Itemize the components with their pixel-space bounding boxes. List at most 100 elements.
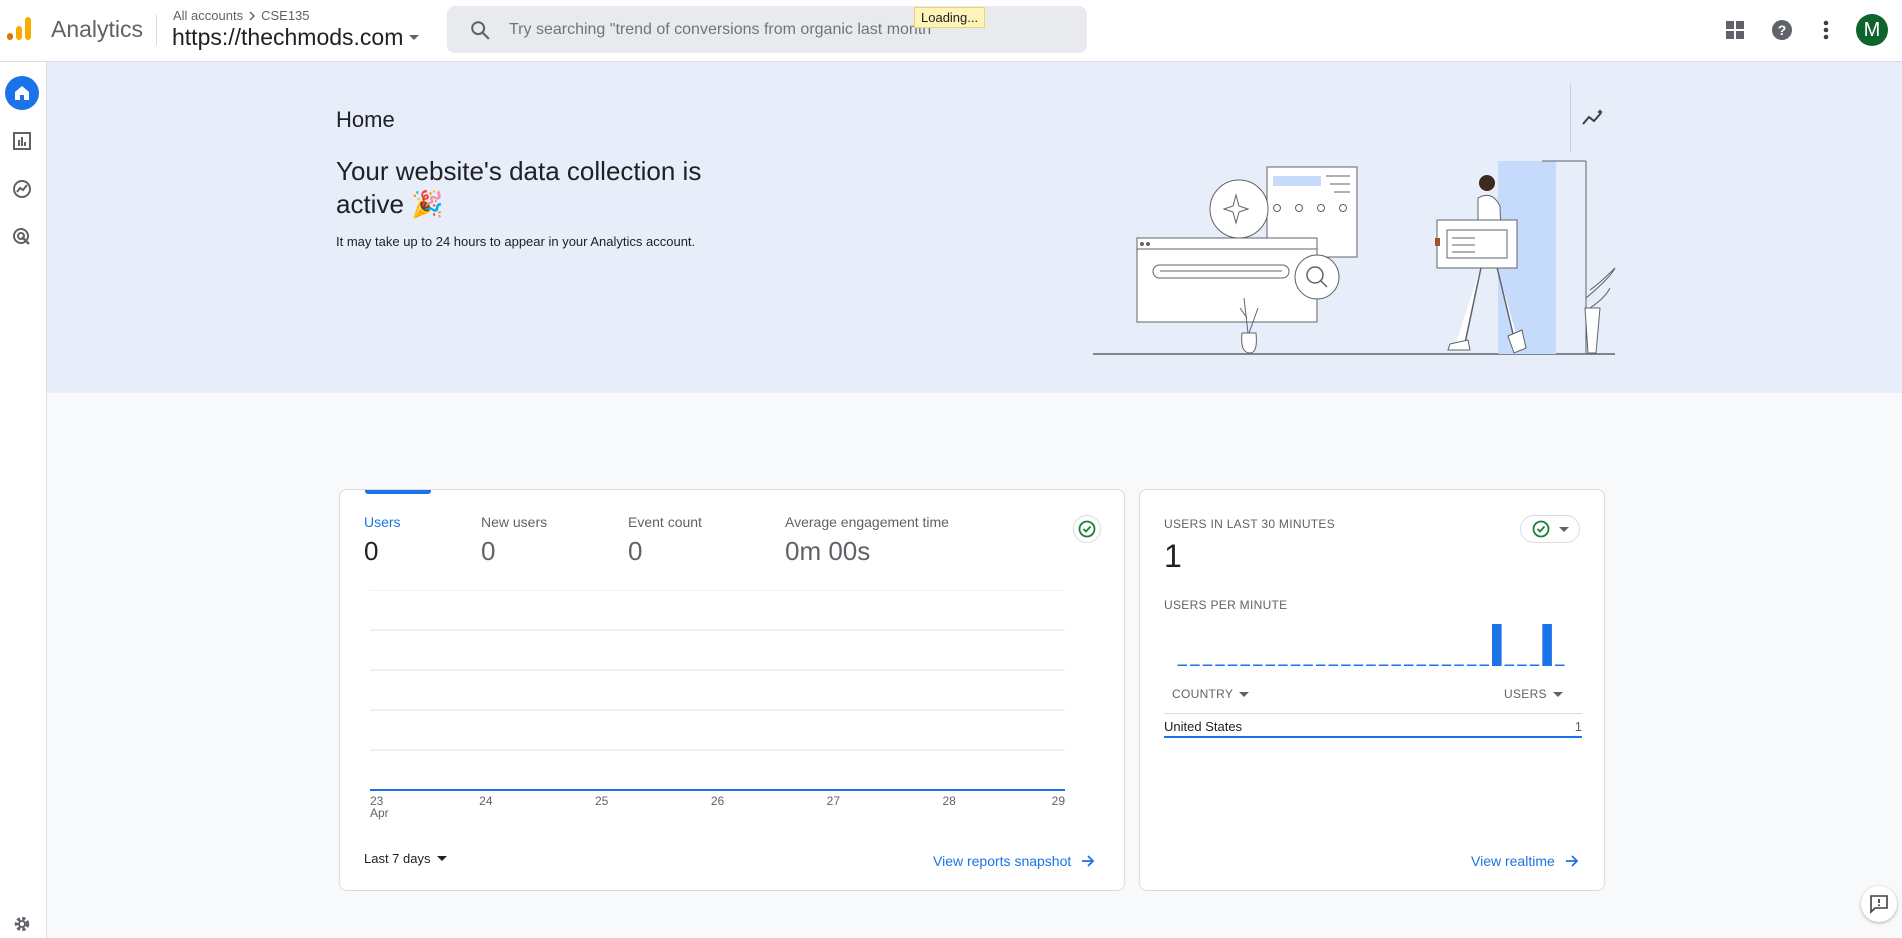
metric-label: Users xyxy=(364,514,401,530)
minute-bar xyxy=(1290,664,1301,666)
nav-explore[interactable] xyxy=(5,172,39,206)
metric-tab-avg-engagement[interactable]: Average engagement time 0m 00s xyxy=(785,514,949,567)
x-tick-label: 25 xyxy=(595,794,609,808)
metric-label: Average engagement time xyxy=(785,514,949,530)
minute-bar xyxy=(1542,624,1552,666)
feedback-button[interactable] xyxy=(1861,886,1897,922)
divider xyxy=(156,15,157,45)
check-circle-icon xyxy=(1532,520,1549,538)
users-cell: 1 xyxy=(1574,718,1582,734)
column-label: COUNTRY xyxy=(1172,687,1234,701)
breadcrumb[interactable]: All accounts CSE135 xyxy=(173,8,310,23)
minute-bar xyxy=(1403,664,1414,666)
page-title: Home xyxy=(336,107,395,132)
caret-down-icon xyxy=(436,856,447,861)
minute-bar xyxy=(1328,664,1339,666)
view-reports-snapshot-link[interactable]: View reports snapshot xyxy=(933,853,1095,869)
realtime-users-value: 1 xyxy=(1164,538,1182,574)
minute-bar xyxy=(1278,664,1288,666)
x-tick-label: 24 xyxy=(479,794,493,808)
minute-bar xyxy=(1240,664,1250,666)
search-icon xyxy=(471,21,490,40)
active-tab-indicator xyxy=(365,490,431,494)
breadcrumb-all-accounts[interactable]: All accounts xyxy=(173,8,243,23)
insights-button[interactable] xyxy=(1579,104,1607,132)
property-selector[interactable]: https://thechmods.com xyxy=(172,24,420,51)
svg-text:?: ? xyxy=(1778,22,1787,38)
analytics-logo-icon[interactable] xyxy=(6,16,32,42)
nav-home[interactable] xyxy=(5,76,39,110)
divider xyxy=(1164,713,1582,714)
hero-heading: Your website's data collection is active… xyxy=(336,156,702,219)
caret-down-icon xyxy=(1239,691,1250,697)
nav-advertising[interactable] xyxy=(5,220,39,254)
minute-bar xyxy=(1190,664,1200,666)
advertising-icon xyxy=(13,228,30,245)
users-column-header[interactable]: USERS xyxy=(1504,687,1563,701)
minute-bar xyxy=(1341,664,1351,666)
caret-down-icon xyxy=(1558,526,1569,532)
breadcrumb-account[interactable]: CSE135 xyxy=(261,8,309,23)
minute-bar xyxy=(1504,664,1515,666)
help-icon[interactable]: ? xyxy=(1768,16,1796,44)
minute-bar xyxy=(1353,664,1364,666)
data-quality-badge[interactable] xyxy=(1073,515,1101,543)
nav-admin[interactable] xyxy=(5,907,39,938)
minute-bar xyxy=(1441,664,1452,666)
app-name: Analytics xyxy=(51,16,144,42)
hero-subtext: It may take up to 24 hours to appear in … xyxy=(336,234,696,249)
apps-grid-icon[interactable] xyxy=(1721,16,1749,44)
metric-tab-new-users[interactable]: New users 0 xyxy=(481,514,547,567)
home-icon xyxy=(15,86,29,100)
metric-value: 0 xyxy=(364,536,379,566)
nav-reports[interactable] xyxy=(5,124,39,158)
metric-label: Event count xyxy=(628,514,702,530)
explore-icon xyxy=(13,180,31,198)
realtime-card: USERS IN LAST 30 MINUTES 1 USERS PER MIN… xyxy=(1139,489,1605,891)
metric-value: 0 xyxy=(628,536,643,566)
link-label: View reports snapshot xyxy=(933,853,1072,869)
arrow-forward-icon xyxy=(1565,855,1579,867)
reports-icon xyxy=(13,132,31,150)
minute-bar xyxy=(1177,664,1188,666)
date-range-selector[interactable]: Last 7 days xyxy=(364,851,447,866)
users-line-chart: 23 24 25 26 27 28 29Apr xyxy=(370,590,1066,820)
realtime-title: USERS IN LAST 30 MINUTES xyxy=(1164,517,1336,531)
metric-tab-users[interactable]: Users 0 xyxy=(364,514,401,567)
left-nav xyxy=(0,62,47,938)
minute-bar xyxy=(1265,664,1276,666)
minute-bar xyxy=(1479,664,1490,666)
country-column-header[interactable]: COUNTRY xyxy=(1172,687,1250,701)
metric-tab-event-count[interactable]: Event count 0 xyxy=(628,514,702,567)
minute-bar xyxy=(1454,664,1464,666)
country-cell: United States xyxy=(1164,718,1243,734)
minute-bar xyxy=(1391,664,1401,666)
caret-down-icon xyxy=(409,35,420,40)
users-per-minute-chart xyxy=(1177,624,1565,666)
minute-bar xyxy=(1517,664,1527,666)
x-tick-label: 29 xyxy=(1052,794,1066,808)
more-vert-icon[interactable] xyxy=(1812,16,1840,44)
minute-bar xyxy=(1466,664,1477,666)
avatar[interactable]: M xyxy=(1856,14,1888,46)
loading-indicator: Loading... xyxy=(914,7,986,28)
table-row[interactable]: United States 1 xyxy=(1164,716,1582,738)
minute-bar xyxy=(1366,664,1376,666)
minute-bar xyxy=(1554,664,1565,666)
overview-card: Users 0 New users 0 Event count 0 Averag… xyxy=(339,489,1125,891)
minute-bar xyxy=(1315,664,1326,666)
realtime-status-dropdown[interactable] xyxy=(1520,515,1580,543)
minute-bar xyxy=(1202,664,1213,666)
x-tick-label: 27 xyxy=(827,794,841,808)
search-bar[interactable] xyxy=(447,6,1087,53)
property-name[interactable]: https://thechmods.com xyxy=(172,24,403,51)
view-realtime-link[interactable]: View realtime xyxy=(1471,853,1579,869)
minute-bar xyxy=(1252,664,1263,666)
insights-icon xyxy=(1582,109,1603,125)
metric-label: New users xyxy=(481,514,548,530)
minute-bar xyxy=(1529,664,1540,666)
caret-down-icon xyxy=(1552,691,1563,697)
minute-bar xyxy=(1227,664,1238,666)
chevron-right-icon xyxy=(249,11,256,20)
column-label: USERS xyxy=(1504,687,1547,701)
